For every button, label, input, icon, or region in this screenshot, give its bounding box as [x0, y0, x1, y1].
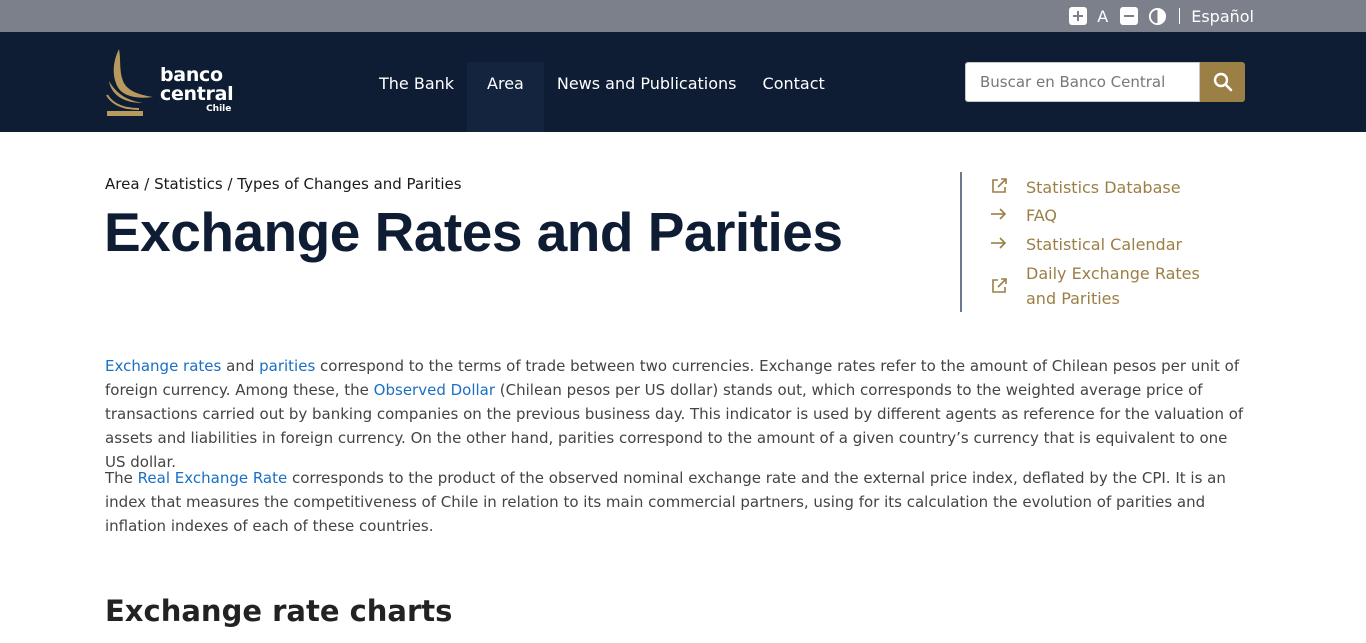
decrease-font-button[interactable]	[1120, 7, 1139, 25]
side-quick-links: Statistics Database FAQ Statistical Cale…	[960, 172, 1250, 312]
page-title: Exchange Rates and Parities	[104, 201, 843, 263]
nav-item-contact[interactable]: Contact	[750, 62, 838, 132]
contrast-toggle-icon[interactable]	[1148, 7, 1167, 26]
side-link-statistics-database[interactable]: Statistics Database	[990, 175, 1250, 200]
utility-divider	[1179, 8, 1181, 24]
site-header: banco central Chile The Bank Area News a…	[0, 32, 1366, 132]
external-link-icon	[992, 278, 1007, 293]
paragraph-text: The	[105, 469, 138, 487]
breadcrumb-separator: /	[222, 175, 238, 193]
link-parities[interactable]: parities	[259, 357, 315, 375]
nav-item-news-publications[interactable]: News and Publications	[544, 62, 750, 132]
breadcrumb: Area / Statistics / Types of Changes and…	[105, 175, 462, 193]
real-exchange-rate-paragraph: The Real Exchange Rate corresponds to th…	[105, 466, 1245, 538]
breadcrumb-separator: /	[139, 175, 155, 193]
side-link-faq[interactable]: FAQ	[990, 203, 1250, 228]
nav-item-the-bank[interactable]: The Bank	[366, 62, 467, 132]
site-search	[965, 62, 1245, 102]
link-real-exchange-rate[interactable]: Real Exchange Rate	[138, 469, 288, 487]
nav-item-area[interactable]: Area	[467, 62, 544, 132]
arrow-right-icon	[991, 237, 1007, 249]
link-observed-dollar[interactable]: Observed Dollar	[374, 381, 495, 399]
arrow-right-icon	[991, 208, 1007, 220]
side-link-label: Statistics Database	[1026, 178, 1181, 197]
main-nav: The Bank Area News and Publications Cont…	[366, 62, 838, 132]
minus-icon	[1124, 15, 1135, 17]
side-link-daily-exchange-rates[interactable]: Daily Exchange Rates and Parities	[990, 261, 1250, 311]
logo-line-chile: Chile	[206, 104, 232, 114]
utility-bar: A Español	[0, 0, 1366, 32]
search-button[interactable]	[1200, 62, 1245, 102]
logo-emblem-icon	[106, 49, 153, 116]
font-size-indicator: A	[1097, 6, 1109, 26]
breadcrumb-item-current: Types of Changes and Parities	[237, 175, 462, 193]
intro-paragraph: Exchange rates and parities correspond t…	[105, 354, 1245, 474]
side-link-statistical-calendar[interactable]: Statistical Calendar	[990, 232, 1250, 257]
side-link-label: Daily Exchange Rates and Parities	[1026, 264, 1200, 308]
side-link-label: FAQ	[1026, 206, 1057, 225]
external-link-icon	[992, 178, 1007, 193]
language-switch-link[interactable]: Español	[1191, 7, 1254, 26]
logo-line-central: central	[160, 83, 234, 105]
search-input[interactable]	[965, 62, 1200, 102]
paragraph-text: and	[221, 357, 260, 375]
breadcrumb-item-area[interactable]: Area	[105, 175, 140, 193]
search-icon	[1213, 72, 1232, 92]
logo-wordmark: banco central Chile	[160, 66, 234, 115]
banco-central-logo[interactable]: banco central Chile	[105, 47, 245, 119]
section-title-exchange-rate-charts: Exchange rate charts	[105, 594, 453, 628]
plus-icon	[1073, 11, 1084, 21]
side-link-label: Statistical Calendar	[1026, 235, 1183, 254]
link-exchange-rates[interactable]: Exchange rates	[105, 357, 221, 375]
accessibility-tools: A Español	[1069, 6, 1254, 26]
increase-font-button[interactable]	[1069, 7, 1088, 25]
breadcrumb-item-statistics[interactable]: Statistics	[154, 175, 223, 193]
